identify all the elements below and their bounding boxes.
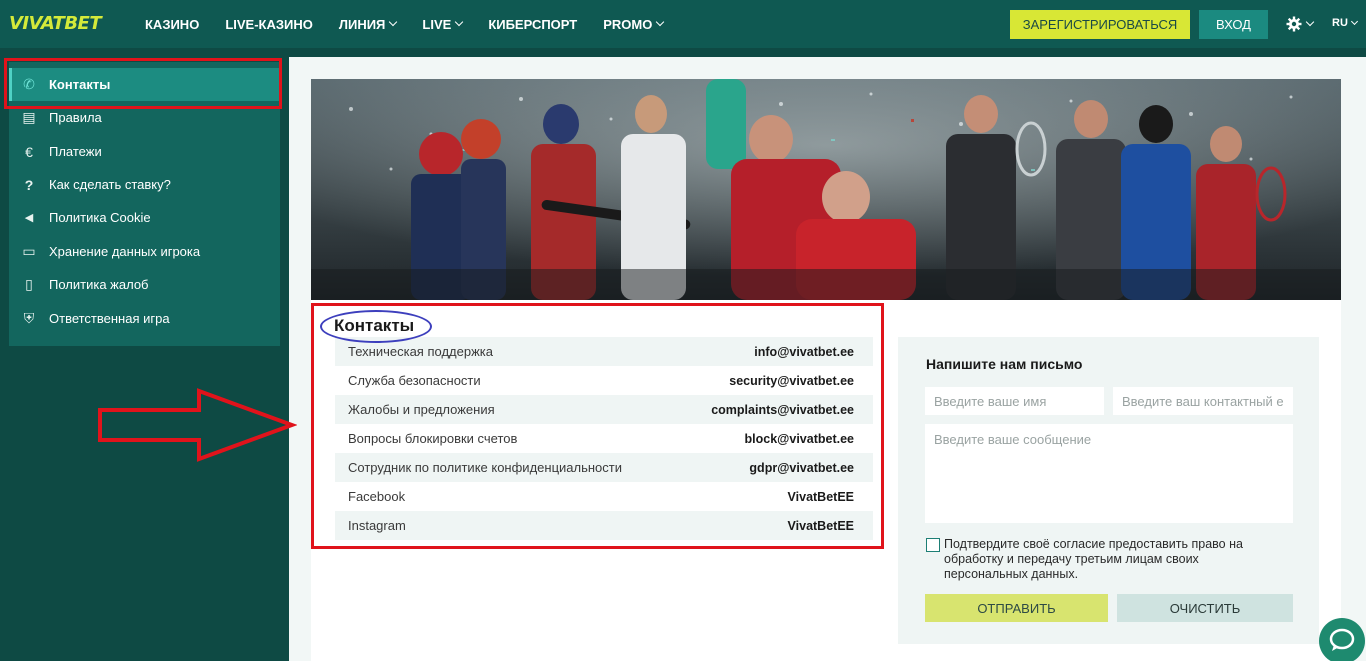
sidebar-item-label: Платежи (49, 144, 102, 159)
name-input[interactable] (925, 387, 1104, 415)
nav-esports[interactable]: КИБЕРСПОРТ (488, 17, 577, 32)
sidebar-item-label: Хранение данных игрока (49, 244, 201, 259)
question-icon: ? (24, 176, 34, 193)
nav-live[interactable]: LIVE (422, 16, 464, 32)
clear-button[interactable]: ОЧИСТИТЬ (1117, 594, 1293, 622)
nav-live-label: LIVE (422, 16, 452, 32)
sidebar-item-label: Как сделать ставку? (49, 177, 171, 192)
banner-illustration (311, 79, 1341, 300)
gear-icon (1286, 16, 1302, 32)
chevron-down-icon (1305, 17, 1315, 27)
settings-menu[interactable] (1286, 16, 1315, 32)
language-selector[interactable]: RU (1332, 17, 1358, 29)
chat-bubble-icon (1329, 628, 1355, 651)
consent-checkbox[interactable] (926, 538, 940, 552)
nav-live-casino-label: LIVE-КАЗИНО (225, 16, 313, 32)
folder-icon: ▭ (22, 243, 36, 259)
nav-promo[interactable]: PROMO (603, 16, 665, 32)
shield-icon: ⛨ (23, 310, 35, 326)
contact-email-input[interactable] (1113, 387, 1293, 415)
sidebar-item-label: Политика жалоб (49, 277, 149, 292)
nav-casino[interactable]: КАЗИНО (145, 17, 199, 32)
sidebar-item-complaints-policy[interactable]: ▯ Политика жалоб (9, 268, 280, 301)
sidebar-item-label: Правила (49, 110, 102, 125)
megaphone-icon: ◀ (24, 212, 34, 224)
sidebar-item-data-storage[interactable]: ▭ Хранение данных игрока (9, 235, 280, 268)
language-label: RU (1332, 17, 1348, 29)
highlight-box-contacts-menu (4, 58, 282, 109)
live-chat-button[interactable] (1319, 618, 1365, 661)
chevron-down-icon (455, 17, 464, 27)
sidebar-item-cookie-policy[interactable]: ◀ Политика Cookie (9, 201, 280, 234)
chevron-down-icon (656, 17, 665, 27)
sidebar-item-payments[interactable]: € Платежи (9, 135, 280, 168)
send-button[interactable]: ОТПРАВИТЬ (925, 594, 1108, 622)
nav-esports-label: КИБЕРСПОРТ (488, 16, 578, 32)
chevron-down-icon (1350, 17, 1358, 25)
login-button[interactable]: ВХОД (1199, 10, 1268, 39)
sidebar-item-label: Политика Cookie (49, 210, 151, 225)
register-button[interactable]: ЗАРЕГИСТРИРОВАТЬСЯ (1010, 10, 1190, 39)
sidebar-item-responsible-gaming[interactable]: ⛨ Ответственная игра (9, 302, 280, 335)
consent-text: Подтвердите своё согласие предоставить п… (944, 537, 1243, 581)
nav-line-label: ЛИНИЯ (338, 16, 386, 32)
nav-line[interactable]: ЛИНИЯ (338, 16, 398, 32)
sports-banner-image (311, 79, 1341, 300)
form-title: Напишите нам письмо (926, 356, 1083, 372)
vivatbet-logo[interactable]: VIVATBET (9, 13, 102, 34)
euro-icon: € (25, 143, 33, 160)
sidebar-item-how-to-bet[interactable]: ? Как сделать ставку? (9, 168, 280, 201)
file-icon: ▯ (25, 276, 33, 292)
annotation-arrow-icon (98, 388, 297, 462)
document-icon: ▤ (22, 109, 36, 125)
nav-casino-label: КАЗИНО (145, 16, 200, 32)
chevron-down-icon (389, 17, 398, 27)
highlight-oval-contacts-title (320, 310, 432, 343)
top-header: VIVATBET КАЗИНО LIVE-КАЗИНО ЛИНИЯ LIVE К… (0, 0, 1366, 48)
sidebar-item-label: Ответственная игра (49, 311, 170, 326)
main-nav: КАЗИНО LIVE-КАЗИНО ЛИНИЯ LIVE КИБЕРСПОРТ… (132, 0, 676, 48)
nav-promo-label: PROMO (603, 16, 653, 32)
message-textarea[interactable] (925, 424, 1293, 523)
nav-live-casino[interactable]: LIVE-КАЗИНО (225, 17, 313, 32)
